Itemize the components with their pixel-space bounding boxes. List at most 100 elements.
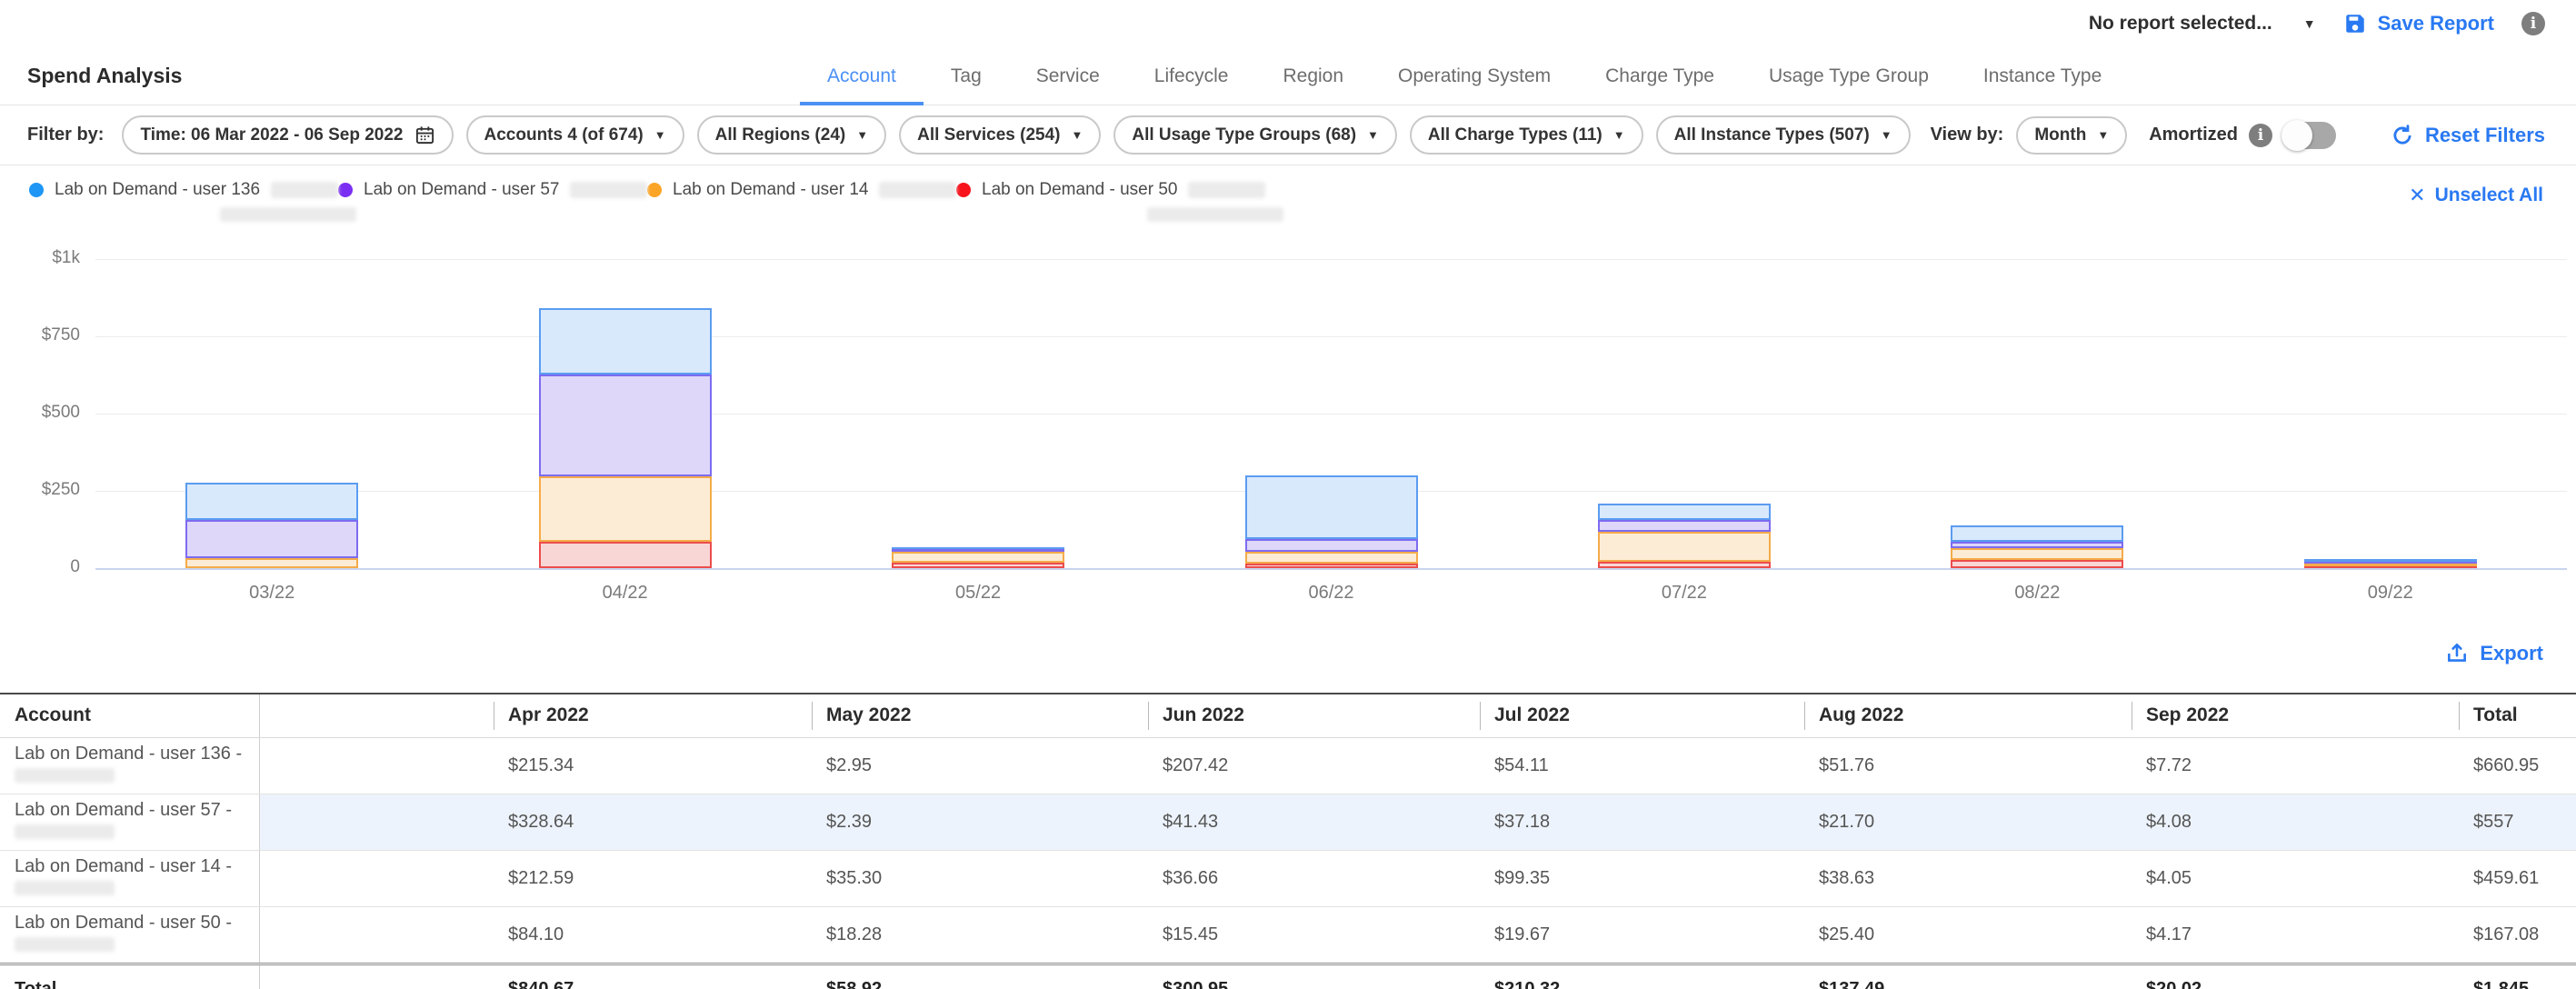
x-axis-tick: 06/22: [1154, 583, 1507, 604]
table-row[interactable]: Lab on Demand - user 50 -$84.10$18.28$15…: [0, 906, 2576, 964]
save-icon: [2343, 12, 2367, 35]
bar-segment-lab-on-demand-user-14: [1598, 532, 1771, 563]
bar-segment-lab-on-demand-user-14: [1951, 548, 2123, 560]
legend-item-lab-on-demand-user-14[interactable]: Lab on Demand - user 14: [647, 180, 956, 226]
legend-label: Lab on Demand - user 57: [364, 180, 559, 200]
total-value-cell: $137.49: [1804, 964, 2132, 989]
bar-segment-lab-on-demand-user-57: [1245, 539, 1418, 552]
value-cell: $459.61: [2459, 850, 2576, 906]
bar-segment-lab-on-demand-user-136: [1598, 504, 1771, 520]
bar-segment-lab-on-demand-user-136: [539, 308, 712, 375]
redacted-text: [15, 768, 115, 783]
filter-chip-all-charge-types[interactable]: All Charge Types (11)▼: [1410, 115, 1643, 155]
redacted-text: [15, 881, 115, 895]
redacted-text: [271, 182, 338, 198]
filter-chip-all-usage-type-groups[interactable]: All Usage Type Groups (68)▼: [1113, 115, 1397, 155]
tab-tag[interactable]: Tag: [924, 65, 1009, 105]
table-body: Lab on Demand - user 136 -$215.34$2.95$2…: [0, 737, 2576, 989]
chevron-down-icon: ▼: [1367, 128, 1379, 142]
chip-label: All Charge Types (11): [1428, 125, 1603, 145]
bar-group-07-22[interactable]: [1598, 504, 1771, 568]
bar-segment-lab-on-demand-user-14: [185, 558, 358, 568]
spacer-cell: [259, 906, 494, 964]
amortized-toggle[interactable]: [2283, 122, 2336, 149]
y-axis-tick: $1k: [0, 248, 80, 268]
redacted-text: [15, 937, 115, 952]
filter-chip-all-regions[interactable]: All Regions (24)▼: [697, 115, 886, 155]
value-cell: $37.18: [1480, 794, 1804, 850]
header-spacer: [259, 694, 494, 737]
account-cell: Lab on Demand - user 50 -: [0, 906, 259, 964]
bar-segment-lab-on-demand-user-50: [2304, 566, 2477, 569]
bar-group-03-22[interactable]: [185, 483, 358, 568]
redacted-text: [570, 182, 647, 198]
value-cell: $54.11: [1480, 737, 1804, 794]
column-header-sep-2022: Sep 2022: [2132, 694, 2459, 737]
tab-charge-type[interactable]: Charge Type: [1578, 65, 1742, 105]
chevron-down-icon: ▼: [654, 128, 666, 142]
bar-group-09-22[interactable]: [2304, 559, 2477, 568]
legend-item-lab-on-demand-user-57[interactable]: Lab on Demand - user 57: [338, 180, 647, 226]
bar-group-04-22[interactable]: [539, 308, 712, 568]
legend-item-lab-on-demand-user-50[interactable]: Lab on Demand - user 50: [956, 180, 1265, 226]
table-row[interactable]: Lab on Demand - user 14 -$212.59$35.30$3…: [0, 850, 2576, 906]
amortized-info-icon[interactable]: i: [2249, 124, 2272, 147]
bar-group-05-22[interactable]: [892, 547, 1064, 568]
unselect-all-label: Unselect All: [2435, 185, 2543, 206]
tab-service[interactable]: Service: [1009, 65, 1127, 105]
bar-group-08-22[interactable]: [1951, 525, 2123, 568]
filter-bar: Filter by: Time: 06 Mar 2022 - 06 Sep 20…: [0, 105, 2576, 165]
view-by-select[interactable]: Month ▼: [2016, 116, 2127, 155]
spacer-cell: [259, 794, 494, 850]
value-cell: $38.63: [1804, 850, 2132, 906]
tab-lifecycle[interactable]: Lifecycle: [1127, 65, 1256, 105]
value-cell: $4.17: [2132, 906, 2459, 964]
filter-chips: Time: 06 Mar 2022 - 06 Sep 2022 Accounts …: [122, 115, 1910, 155]
column-header-apr-2022: Apr 2022: [494, 694, 812, 737]
value-cell: $167.08: [2459, 906, 2576, 964]
view-by-value: Month: [2034, 125, 2086, 145]
filter-chip-all-instance-types[interactable]: All Instance Types (507)▼: [1656, 115, 1911, 155]
refresh-icon: [2391, 124, 2414, 147]
column-header-jul-2022: Jul 2022: [1480, 694, 1804, 737]
tab-operating-system[interactable]: Operating System: [1371, 65, 1578, 105]
table-row[interactable]: Lab on Demand - user 57 -$328.64$2.39$41…: [0, 794, 2576, 850]
tab-region[interactable]: Region: [1255, 65, 1371, 105]
filter-chip-time-06-mar-2022-06-sep-2022[interactable]: Time: 06 Mar 2022 - 06 Sep 2022: [122, 115, 453, 155]
value-cell: $212.59: [494, 850, 812, 906]
close-icon: ✕: [2409, 184, 2425, 207]
toggle-knob: [2281, 120, 2312, 151]
value-cell: $41.43: [1148, 794, 1480, 850]
export-row: Export: [0, 627, 2576, 680]
export-button[interactable]: Export: [2445, 642, 2543, 665]
filter-chip-all-services[interactable]: All Services (254)▼: [899, 115, 1101, 155]
unselect-all-button[interactable]: ✕ Unselect All: [2409, 184, 2543, 207]
spend-stacked-bar-chart: $1k$750$500$250003/2204/2205/2206/2207/2…: [0, 245, 2576, 627]
bar-group-06-22[interactable]: [1245, 475, 1418, 568]
gridline: [95, 568, 2567, 570]
column-header-jun-2022: Jun 2022: [1148, 694, 1480, 737]
tab-instance-type[interactable]: Instance Type: [1956, 65, 2129, 105]
legend-item-lab-on-demand-user-136[interactable]: Lab on Demand - user 136: [29, 180, 338, 226]
save-report-label: Save Report: [2378, 12, 2494, 35]
chip-label: All Services (254): [917, 125, 1060, 145]
value-cell: $207.42: [1148, 737, 1480, 794]
table-row[interactable]: Lab on Demand - user 136 -$215.34$2.95$2…: [0, 737, 2576, 794]
y-axis-tick: $500: [0, 403, 80, 423]
tab-usage-type-group[interactable]: Usage Type Group: [1742, 65, 1956, 105]
report-selector[interactable]: No report selected... ▼: [2089, 13, 2316, 35]
tab-account[interactable]: Account: [800, 65, 924, 105]
legend-items: Lab on Demand - user 136 Lab on Demand - …: [29, 180, 1265, 226]
reset-filters-button[interactable]: Reset Filters: [2391, 124, 2545, 147]
filter-chip-accounts-4[interactable]: Accounts 4 (of 674)▼: [466, 115, 684, 155]
chart-legend: Lab on Demand - user 136 Lab on Demand - …: [0, 165, 2576, 231]
value-cell: $84.10: [494, 906, 812, 964]
save-report-button[interactable]: Save Report: [2343, 12, 2494, 35]
info-icon[interactable]: i: [2521, 12, 2545, 35]
chip-label: All Regions (24): [715, 125, 846, 145]
account-name: Lab on Demand - user 136 -: [15, 744, 250, 764]
y-axis-tick: $250: [0, 480, 80, 500]
value-cell: $328.64: [494, 794, 812, 850]
bar-segment-lab-on-demand-user-57: [1598, 520, 1771, 532]
gridline: [95, 414, 2567, 415]
